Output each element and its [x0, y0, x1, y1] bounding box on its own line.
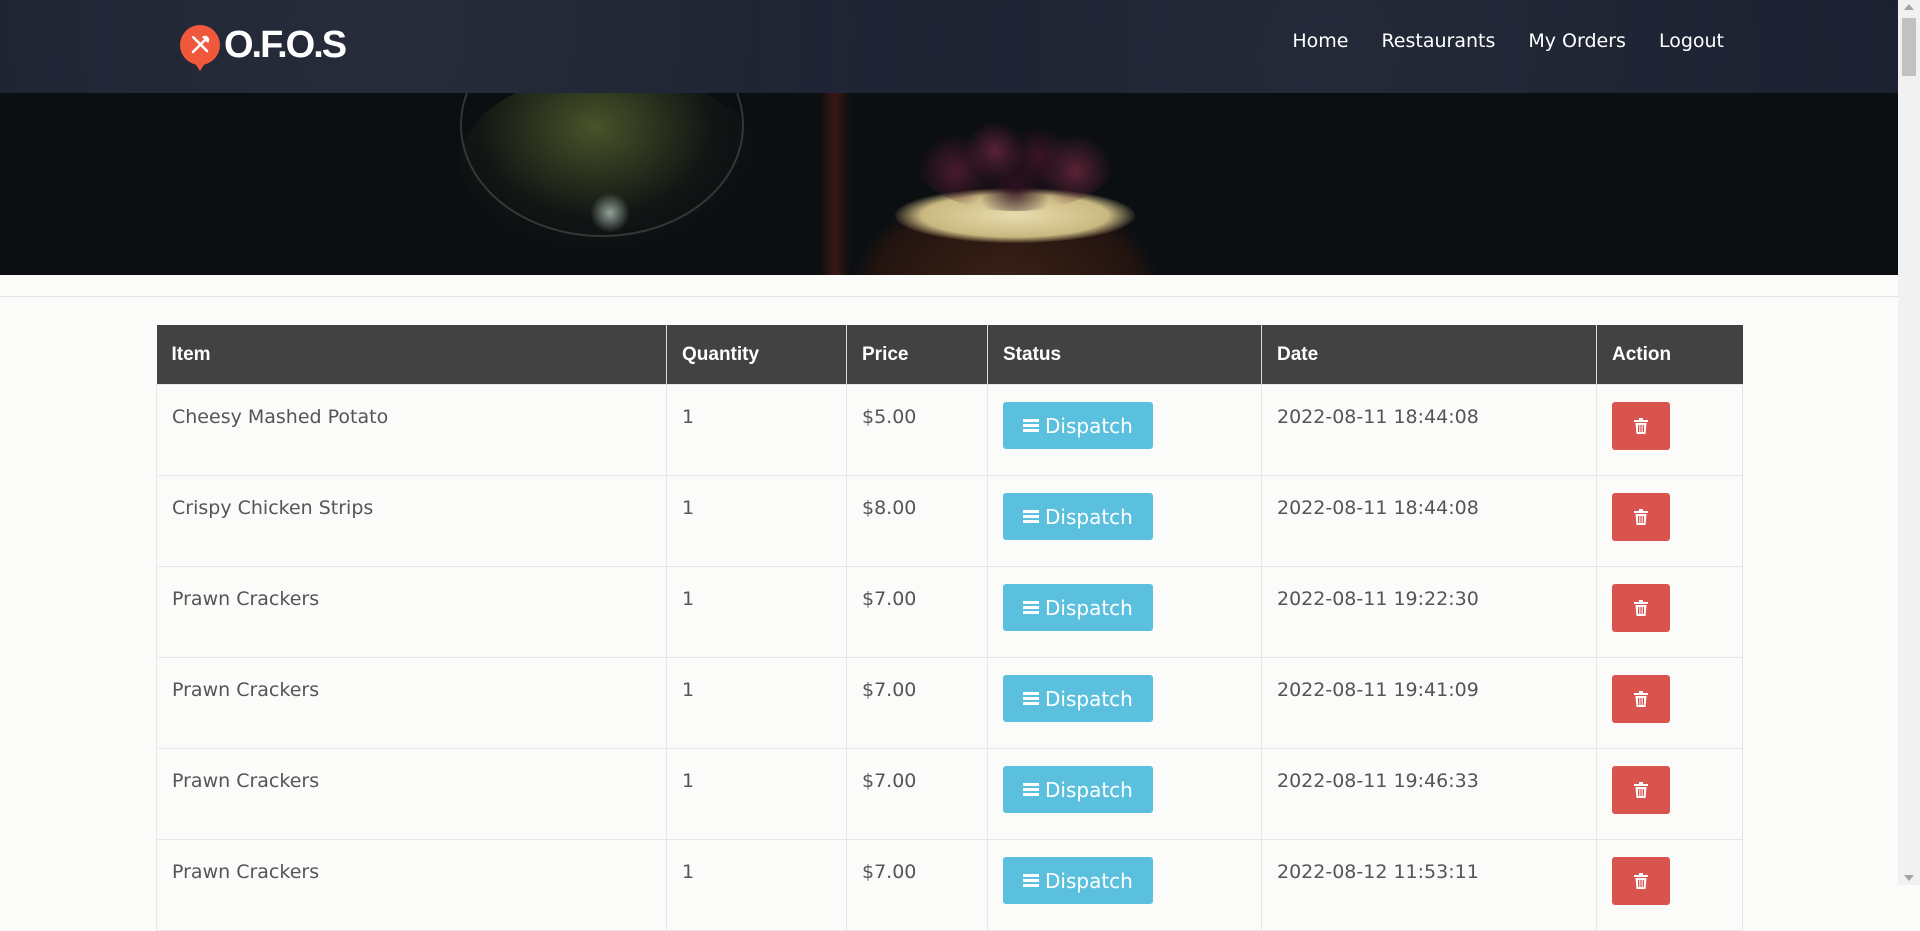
action-cell [1596, 839, 1743, 931]
item-quantity: 1 [666, 748, 847, 840]
status-cell: Dispatch [987, 475, 1262, 567]
col-price: Price [846, 325, 988, 385]
item-quantity: 1 [666, 566, 847, 658]
trash-icon [1634, 509, 1648, 525]
col-item: Item [156, 325, 667, 385]
bars-icon [1023, 874, 1039, 887]
scroll-up-icon[interactable] [1904, 4, 1914, 10]
col-action: Action [1596, 325, 1743, 385]
main-nav: Home Restaurants My Orders Logout [1292, 30, 1724, 52]
orders-table: Item Quantity Price Status Date Action C… [156, 325, 1743, 931]
table-row: Crispy Chicken Strips 1 $8.00 Dispatch 2… [156, 475, 1743, 567]
trash-icon [1634, 418, 1648, 434]
hero-highlight [590, 193, 630, 233]
trash-icon [1634, 691, 1648, 707]
dispatch-button[interactable]: Dispatch [1003, 766, 1153, 813]
nav-my-orders[interactable]: My Orders [1528, 30, 1626, 52]
orders-table-body: Cheesy Mashed Potato 1 $5.00 Dispatch 20… [156, 384, 1743, 931]
item-name: Cheesy Mashed Potato [156, 384, 667, 476]
item-quantity: 1 [666, 384, 847, 476]
item-quantity: 1 [666, 475, 847, 567]
item-price: $7.00 [846, 839, 988, 931]
nav-restaurants[interactable]: Restaurants [1381, 30, 1495, 52]
col-quantity: Quantity [666, 325, 847, 385]
action-cell [1596, 475, 1743, 567]
delete-button[interactable] [1612, 857, 1670, 905]
delete-button[interactable] [1612, 493, 1670, 541]
dispatch-button[interactable]: Dispatch [1003, 675, 1153, 722]
item-price: $8.00 [846, 475, 988, 567]
action-cell [1596, 748, 1743, 840]
item-price: $5.00 [846, 384, 988, 476]
hero-streak [820, 93, 850, 275]
trash-icon [1634, 873, 1648, 889]
dispatch-label: Dispatch [1045, 595, 1133, 620]
dispatch-label: Dispatch [1045, 413, 1133, 438]
scroll-down-icon[interactable] [1904, 875, 1914, 881]
order-date: 2022-08-11 18:44:08 [1261, 384, 1597, 476]
utensils-pin-icon [180, 25, 220, 71]
item-name: Prawn Crackers [156, 748, 667, 840]
status-cell: Dispatch [987, 748, 1262, 840]
action-cell [1596, 384, 1743, 476]
item-price: $7.00 [846, 748, 988, 840]
logo-text: O.F.O.S [224, 23, 347, 66]
nav-logout[interactable]: Logout [1659, 30, 1724, 52]
item-quantity: 1 [666, 839, 847, 931]
site-logo[interactable]: O.F.O.S [180, 23, 347, 71]
trash-icon [1634, 600, 1648, 616]
item-name: Prawn Crackers [156, 839, 667, 931]
delete-button[interactable] [1612, 402, 1670, 450]
item-price: $7.00 [846, 566, 988, 658]
trash-icon [1634, 782, 1648, 798]
item-quantity: 1 [666, 657, 847, 749]
table-row: Prawn Crackers 1 $7.00 Dispatch 2022-08-… [156, 748, 1743, 840]
order-date: 2022-08-12 11:53:11 [1261, 839, 1597, 931]
status-cell: Dispatch [987, 384, 1262, 476]
scroll-thumb[interactable] [1902, 18, 1916, 76]
dispatch-button[interactable]: Dispatch [1003, 857, 1153, 904]
table-row: Prawn Crackers 1 $7.00 Dispatch 2022-08-… [156, 566, 1743, 658]
delete-button[interactable] [1612, 584, 1670, 632]
col-date: Date [1261, 325, 1597, 385]
status-cell: Dispatch [987, 839, 1262, 931]
hero-banner-image [0, 93, 1898, 275]
dispatch-button[interactable]: Dispatch [1003, 402, 1153, 449]
order-date: 2022-08-11 19:41:09 [1261, 657, 1597, 749]
item-name: Crispy Chicken Strips [156, 475, 667, 567]
section-divider [0, 296, 1898, 297]
status-cell: Dispatch [987, 566, 1262, 658]
bars-icon [1023, 692, 1039, 705]
hero-berries [915, 111, 1115, 211]
action-cell [1596, 566, 1743, 658]
table-row: Cheesy Mashed Potato 1 $5.00 Dispatch 20… [156, 384, 1743, 476]
table-header-row: Item Quantity Price Status Date Action [156, 325, 1743, 385]
dispatch-label: Dispatch [1045, 777, 1133, 802]
delete-button[interactable] [1612, 766, 1670, 814]
order-date: 2022-08-11 18:44:08 [1261, 475, 1597, 567]
order-date: 2022-08-11 19:46:33 [1261, 748, 1597, 840]
table-row: Prawn Crackers 1 $7.00 Dispatch 2022-08-… [156, 839, 1743, 931]
delete-button[interactable] [1612, 675, 1670, 723]
bars-icon [1023, 510, 1039, 523]
col-status: Status [987, 325, 1262, 385]
item-name: Prawn Crackers [156, 566, 667, 658]
bars-icon [1023, 601, 1039, 614]
status-cell: Dispatch [987, 657, 1262, 749]
page-scrollbar[interactable] [1898, 0, 1920, 885]
dispatch-label: Dispatch [1045, 868, 1133, 893]
dispatch-button[interactable]: Dispatch [1003, 493, 1153, 540]
order-date: 2022-08-11 19:22:30 [1261, 566, 1597, 658]
nav-home[interactable]: Home [1292, 30, 1348, 52]
item-price: $7.00 [846, 657, 988, 749]
dispatch-label: Dispatch [1045, 686, 1133, 711]
bars-icon [1023, 419, 1039, 432]
table-row: Prawn Crackers 1 $7.00 Dispatch 2022-08-… [156, 657, 1743, 749]
action-cell [1596, 657, 1743, 749]
top-navbar: O.F.O.S Home Restaurants My Orders Logou… [0, 0, 1898, 93]
item-name: Prawn Crackers [156, 657, 667, 749]
bars-icon [1023, 783, 1039, 796]
dispatch-button[interactable]: Dispatch [1003, 584, 1153, 631]
dispatch-label: Dispatch [1045, 504, 1133, 529]
